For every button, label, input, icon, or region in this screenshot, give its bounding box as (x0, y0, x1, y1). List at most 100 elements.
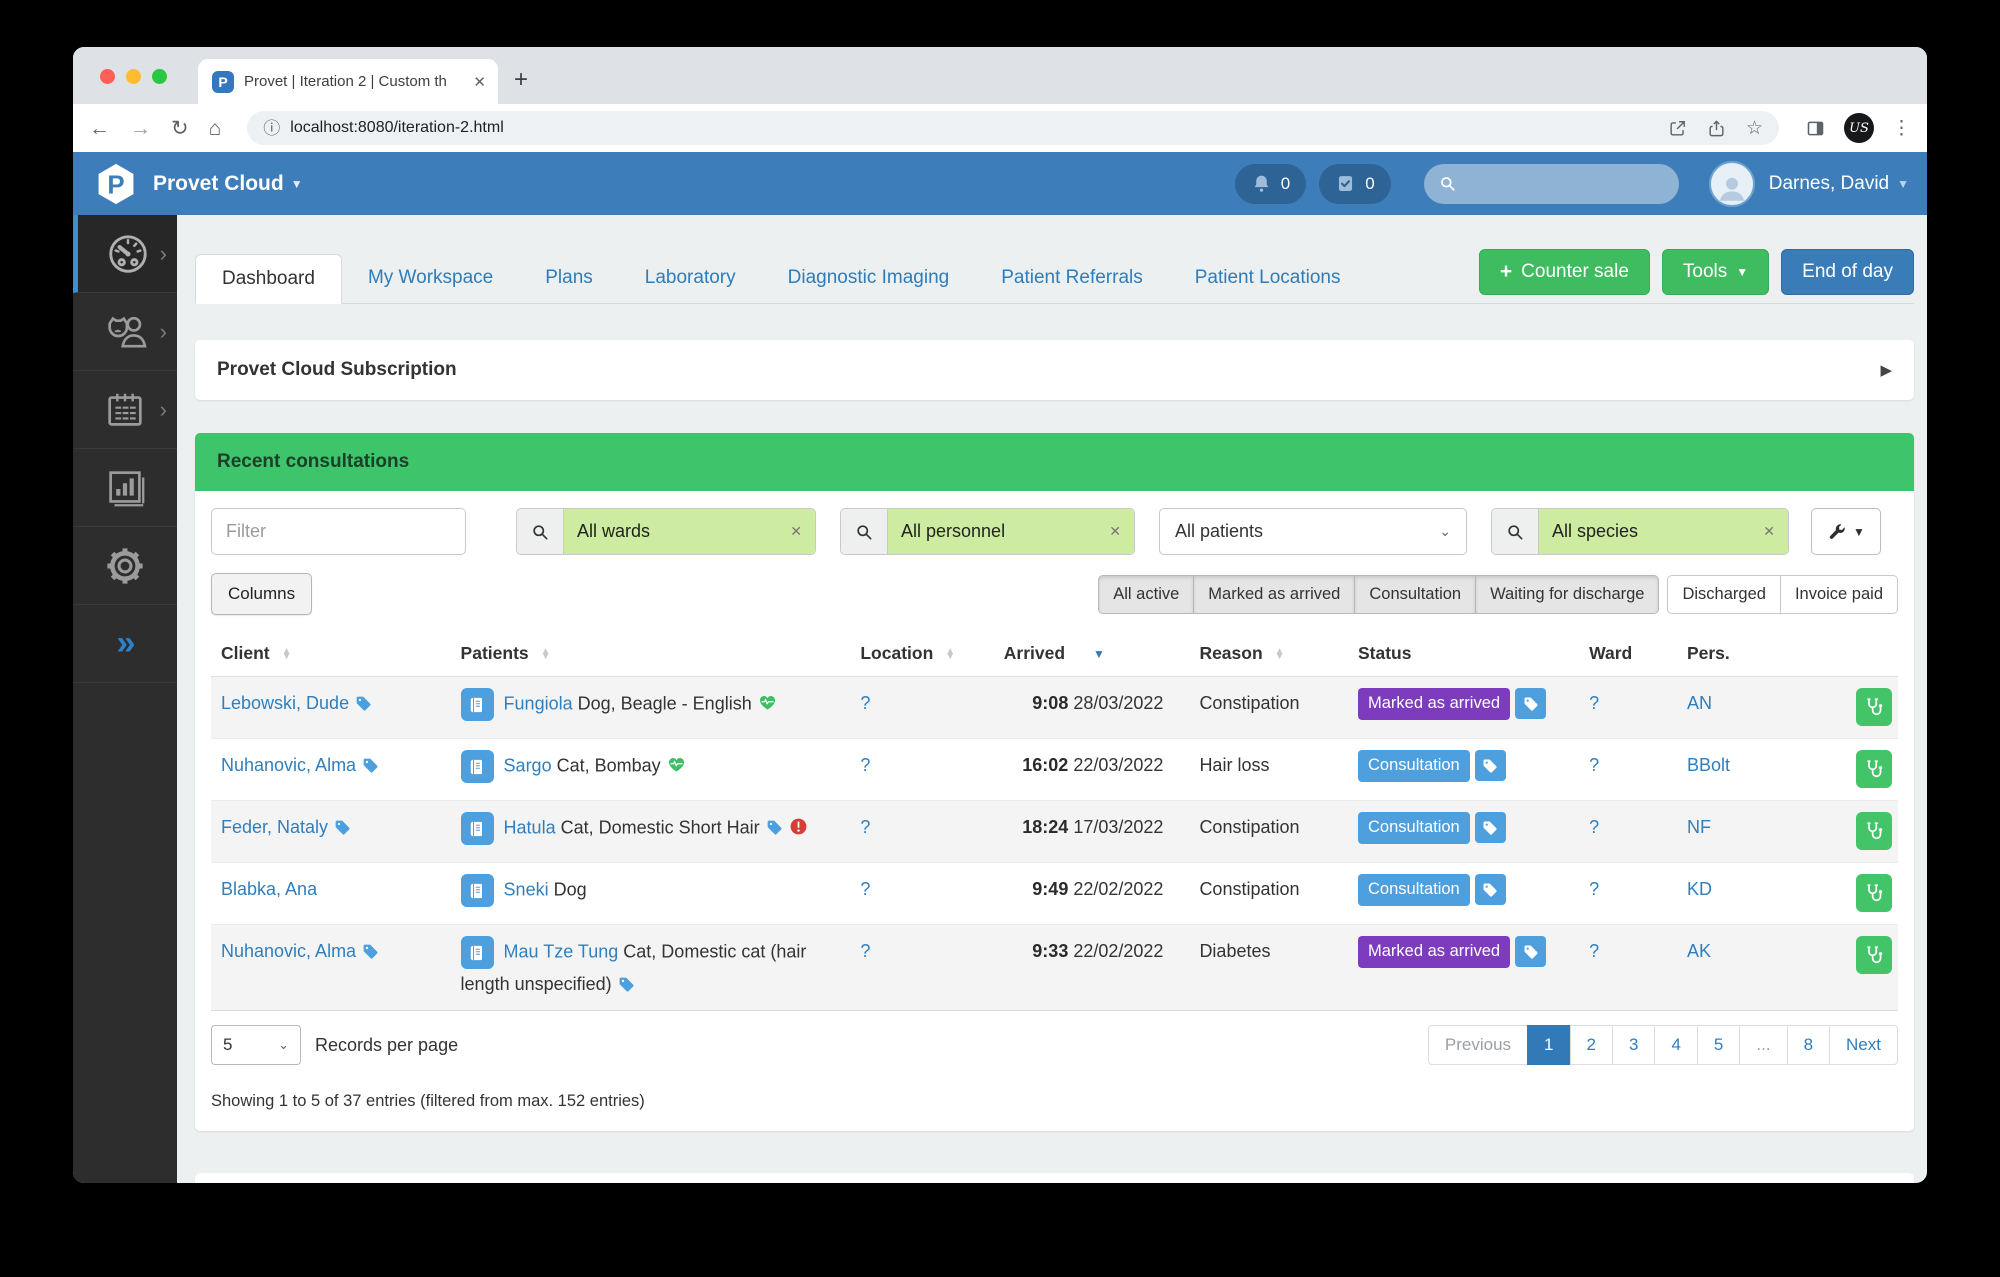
page-1[interactable]: 1 (1527, 1025, 1570, 1065)
status-tag-button[interactable] (1515, 936, 1546, 967)
site-info-icon[interactable]: ⓘ (263, 120, 280, 137)
user-dropdown-caret-icon[interactable]: ▼ (1897, 177, 1909, 191)
sidebar-item-clients-patients[interactable]: › (73, 293, 177, 371)
side-panel-icon[interactable] (1805, 118, 1826, 139)
patient-record-button[interactable] (461, 750, 494, 783)
table-row[interactable]: Lebowski, Dude Fungiola Dog, Beagle - En… (211, 677, 1898, 739)
client-link[interactable]: Blabka, Ana (221, 879, 317, 899)
table-row[interactable]: Nuhanovic, Alma Sargo Cat, Bombay ? 16:0… (211, 739, 1898, 801)
sort-icon[interactable]: ▲▼ (541, 649, 551, 660)
column-header-ward[interactable]: Ward (1579, 631, 1677, 677)
column-header-client[interactable]: Client▲▼ (211, 631, 451, 677)
open-consultation-button[interactable] (1856, 936, 1892, 974)
page-next[interactable]: Next (1829, 1025, 1898, 1065)
table-row[interactable]: Nuhanovic, Alma Mau Tze Tung Cat, Domest… (211, 925, 1898, 1011)
filter-all-active[interactable]: All active (1098, 575, 1194, 614)
ward-link[interactable]: ? (1589, 693, 1599, 713)
client-link[interactable]: Nuhanovic, Alma (221, 755, 356, 775)
location-link[interactable]: ? (860, 941, 870, 961)
tab-dashboard[interactable]: Dashboard (195, 254, 342, 304)
tab-diagnostic-imaging[interactable]: Diagnostic Imaging (762, 254, 976, 303)
sort-icon[interactable]: ▲▼ (945, 649, 955, 660)
tasks-button[interactable]: 0 (1319, 164, 1390, 204)
filter-invoice-paid[interactable]: Invoice paid (1780, 575, 1898, 614)
home-icon[interactable]: ⌂ (209, 118, 222, 139)
minimize-window-button[interactable] (126, 69, 141, 84)
reload-icon[interactable]: ↻ (171, 118, 189, 139)
columns-button[interactable]: Columns (211, 573, 312, 615)
notifications-button[interactable]: 0 (1235, 164, 1306, 204)
filter-waiting-for-discharge[interactable]: Waiting for discharge (1475, 575, 1659, 614)
counter-sale-button[interactable]: +Counter sale (1479, 249, 1650, 295)
clear-filter-icon[interactable]: ✕ (1755, 523, 1775, 540)
page-2[interactable]: 2 (1570, 1025, 1613, 1065)
consultations-filter-input[interactable] (211, 508, 466, 555)
tab-patient-locations[interactable]: Patient Locations (1169, 254, 1367, 303)
column-header-status[interactable]: Status (1348, 631, 1579, 677)
patient-link[interactable]: Hatula (504, 817, 556, 837)
filter-consultation[interactable]: Consultation (1354, 575, 1476, 614)
patient-filter-select[interactable]: All patients ⌄ (1159, 508, 1467, 555)
sort-desc-icon[interactable]: ▼ (1093, 647, 1105, 661)
open-in-new-icon[interactable] (1668, 119, 1687, 138)
species-filter[interactable]: All species✕ (1491, 508, 1789, 555)
ward-link[interactable]: ? (1589, 755, 1599, 775)
client-link[interactable]: Feder, Nataly (221, 817, 328, 837)
status-tag-button[interactable] (1515, 688, 1546, 719)
page-previous[interactable]: Previous (1428, 1025, 1528, 1065)
end-of-day-button[interactable]: End of day (1781, 249, 1914, 295)
open-consultation-button[interactable] (1856, 812, 1892, 850)
brand-dropdown-caret-icon[interactable]: ▼ (291, 177, 303, 191)
close-tab-icon[interactable]: ✕ (473, 73, 486, 91)
location-link[interactable]: ? (860, 817, 870, 837)
open-consultation-button[interactable] (1856, 750, 1892, 788)
table-settings-button[interactable]: ▼ (1811, 508, 1881, 555)
filter-marked-as-arrived[interactable]: Marked as arrived (1193, 575, 1355, 614)
tab-my-workspace[interactable]: My Workspace (342, 254, 519, 303)
table-row[interactable]: Blabka, Ana Sneki Dog ? 9:49 22/02/2022 … (211, 863, 1898, 925)
sort-icon[interactable]: ▲▼ (1275, 649, 1285, 660)
sidebar-item-dashboard[interactable]: › (73, 215, 177, 293)
sidebar-item-settings[interactable] (73, 527, 177, 605)
patient-record-button[interactable] (461, 874, 494, 907)
column-header-reason[interactable]: Reason▲▼ (1189, 631, 1348, 677)
location-link[interactable]: ? (860, 879, 870, 899)
bookmark-star-icon[interactable]: ☆ (1746, 117, 1763, 140)
provet-logo-icon[interactable]: P (93, 161, 139, 207)
column-header-location[interactable]: Location▲▼ (850, 631, 993, 677)
tab-patient-referrals[interactable]: Patient Referrals (975, 254, 1169, 303)
patient-record-button[interactable] (461, 936, 494, 969)
personnel-link[interactable]: KD (1687, 879, 1712, 899)
patient-link[interactable]: Fungiola (504, 693, 573, 713)
browser-tab[interactable]: P Provet | Iteration 2 | Custom th ✕ (198, 59, 498, 104)
table-row[interactable]: Feder, Nataly Hatula Cat, Domestic Short… (211, 801, 1898, 863)
clear-filter-icon[interactable]: ✕ (782, 523, 802, 540)
column-header-pers[interactable]: Pers. (1677, 631, 1815, 677)
brand-name[interactable]: Provet Cloud (153, 172, 284, 196)
personnel-link[interactable]: AN (1687, 693, 1712, 713)
status-tag-button[interactable] (1475, 874, 1506, 905)
open-consultation-button[interactable] (1856, 688, 1892, 726)
page-4[interactable]: 4 (1654, 1025, 1697, 1065)
patient-link[interactable]: Sneki (504, 879, 549, 899)
expand-panel-caret-icon[interactable]: ▶ (1880, 361, 1892, 379)
patient-link[interactable]: Sargo (504, 755, 552, 775)
client-link[interactable]: Nuhanovic, Alma (221, 941, 356, 961)
user-avatar[interactable] (1709, 161, 1755, 207)
status-tag-button[interactable] (1475, 750, 1506, 781)
ward-link[interactable]: ? (1589, 817, 1599, 837)
patient-record-button[interactable] (461, 688, 494, 721)
status-tag-button[interactable] (1475, 812, 1506, 843)
location-link[interactable]: ? (860, 755, 870, 775)
ward-filter[interactable]: All wards✕ (516, 508, 816, 555)
patient-record-button[interactable] (461, 812, 494, 845)
sort-icon[interactable]: ▲▼ (282, 649, 292, 660)
personnel-link[interactable]: AK (1687, 941, 1711, 961)
location-link[interactable]: ? (860, 693, 870, 713)
page-[interactable]: ... (1739, 1025, 1787, 1065)
user-name[interactable]: Darnes, David (1769, 173, 1889, 195)
tab-laboratory[interactable]: Laboratory (619, 254, 762, 303)
new-tab-button[interactable]: + (514, 66, 528, 94)
back-icon[interactable]: ← (89, 118, 110, 139)
zoom-window-button[interactable] (152, 69, 167, 84)
